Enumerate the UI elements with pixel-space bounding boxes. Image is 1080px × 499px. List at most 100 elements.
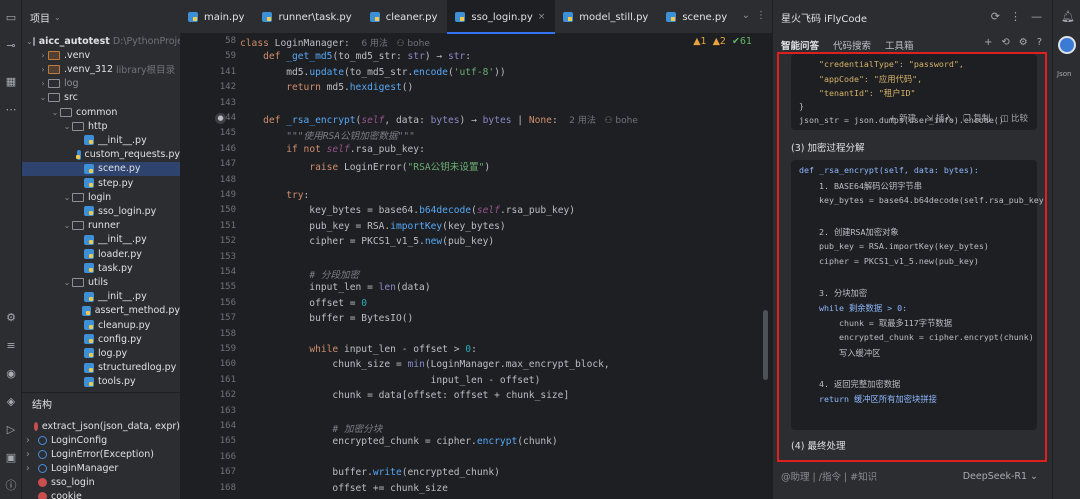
line-number: 141 — [219, 66, 236, 77]
file-tree-item[interactable]: cleanup.py — [22, 318, 180, 332]
model-selector[interactable]: DeepSeek-R1 ⌄ — [963, 466, 1038, 486]
folder-tree-item[interactable]: ⌄ utils — [22, 275, 180, 289]
editor-tab[interactable]: runner\task.py — [254, 0, 361, 34]
editor-scrollbar[interactable] — [763, 310, 768, 380]
json-tool-label[interactable]: Json — [1057, 70, 1071, 78]
folder-tree-item[interactable]: › .venv — [22, 48, 180, 62]
structure-item[interactable]: › LoginManager — [22, 461, 180, 475]
code-area[interactable]: class LoginManager: 6 用法 ⚇ bohe def _get… — [240, 34, 760, 499]
structure-item[interactable]: cookie — [22, 489, 180, 499]
insert-button[interactable]: ⇲ 插入 — [926, 112, 953, 124]
run-icon[interactable]: ▷ — [3, 422, 19, 438]
file-tree-item[interactable]: step.py — [22, 176, 180, 190]
services-icon[interactable]: ⚙ — [3, 310, 19, 326]
commit-icon[interactable]: ⊸ — [3, 38, 19, 54]
python-console-icon[interactable]: ◉ — [3, 366, 19, 382]
chevron-down-icon[interactable]: ⌄ — [54, 13, 61, 22]
help-icon[interactable]: ? — [1037, 37, 1042, 48]
file-tree-item[interactable]: sso_login.py — [22, 204, 180, 218]
settings-icon[interactable]: ⚙ — [1019, 37, 1028, 48]
plus-icon[interactable]: + — [984, 37, 992, 48]
file-tree-item[interactable]: __init__.py — [22, 233, 180, 247]
terminal-icon[interactable]: ▣ — [3, 450, 19, 466]
close-icon[interactable]: × — [538, 12, 546, 22]
answer-code-line: cipher = PKCS1_v1_5.new(pub_key) — [799, 256, 979, 267]
chevron-right-icon[interactable]: › — [26, 463, 34, 474]
copy-button[interactable]: ❐ 复制 — [963, 112, 990, 124]
todo-icon[interactable]: ≡ — [3, 338, 19, 354]
chevron-right-icon[interactable]: › — [38, 65, 48, 74]
file-tree-item[interactable]: custom_requests.py — [22, 148, 180, 162]
file-tree-item[interactable]: structuredlog.py — [22, 361, 180, 375]
folder-tree-item[interactable]: ⌄ runner — [22, 219, 180, 233]
folder-icon[interactable]: ▭ — [3, 10, 19, 26]
file-tree-item[interactable]: config.py — [22, 332, 180, 346]
chevron-down-icon[interactable]: ⌄ — [62, 193, 72, 202]
chevron-down-icon[interactable]: ⌄ — [62, 278, 72, 287]
file-tree-item[interactable]: tools.py — [22, 375, 180, 389]
tree-item-hint: library根目录 — [116, 65, 176, 77]
editor-tab[interactable]: cleaner.py — [362, 0, 448, 34]
tab-toolbox[interactable]: 工具箱 — [885, 38, 914, 52]
chevron-down-icon[interactable]: ⌄ — [62, 122, 72, 131]
editor-tab[interactable]: main.py — [180, 0, 254, 34]
editor-tab[interactable]: model_still.py — [555, 0, 658, 34]
new-file-button[interactable]: + 新建 — [889, 112, 916, 124]
folder-tree-item[interactable]: › log — [22, 77, 180, 91]
method-marker-icon[interactable]: ● — [215, 113, 226, 124]
folder-tree-item[interactable]: ⌄ aicc_autotest D:\PythonProje — [22, 34, 180, 48]
minimize-icon[interactable]: — — [1031, 10, 1042, 23]
folder-tree-item[interactable]: ⌄ login — [22, 190, 180, 204]
tree-item-label: __init__.py — [98, 234, 147, 246]
file-tree-item[interactable]: scene.py — [22, 161, 180, 176]
project-header[interactable]: 项目 ⌄ — [22, 0, 180, 34]
file-tree-item[interactable]: __init__.py — [22, 290, 180, 304]
tree-item-label: step.py — [98, 177, 134, 189]
more-icon[interactable]: ⋯ — [3, 102, 19, 118]
chevron-down-icon[interactable]: ⌄ — [62, 221, 72, 230]
kebab-menu-icon[interactable]: ⋮ — [756, 10, 766, 21]
iflycode-tab-actions: + ⟲ ⚙ ? — [984, 37, 1042, 48]
structure-item[interactable]: sso_login — [22, 475, 180, 489]
file-tree-item[interactable]: loader.py — [22, 247, 180, 261]
chevron-right-icon[interactable]: › — [38, 79, 48, 88]
notification-bell-icon[interactable]: 🔔︎ — [1061, 10, 1075, 23]
tab-code-search[interactable]: 代码搜索 — [833, 38, 871, 52]
compare-button[interactable]: ◫ 比较 — [1000, 112, 1028, 124]
structure-item[interactable]: extract_json(json_data, expr) — [22, 419, 180, 433]
problems-icon[interactable]: ⓘ — [3, 478, 19, 494]
line-number: 145 — [219, 128, 236, 139]
kebab-menu-icon[interactable]: ⋮ — [1010, 10, 1021, 23]
tab-chat[interactable]: 智能问答 — [781, 38, 819, 52]
chevron-down-icon[interactable]: ⌄ — [50, 108, 60, 117]
chevron-right-icon[interactable]: › — [26, 449, 34, 460]
structure-item[interactable]: › LoginError(Exception) — [22, 447, 180, 461]
refresh-icon[interactable]: ⟳ — [991, 10, 1000, 23]
inspection-widget[interactable]: ▲1 ▲2 ✔61 — [693, 36, 752, 47]
chevron-down-icon[interactable]: ⌄ — [742, 10, 750, 21]
file-tree-item[interactable]: log.py — [22, 346, 180, 360]
editor-tab[interactable]: sso_login.py × — [447, 0, 556, 34]
history-icon[interactable]: ⟲ — [1001, 37, 1009, 48]
folder-tree-item[interactable]: ⌄ http — [22, 119, 180, 133]
iflycode-avatar-icon[interactable] — [1058, 36, 1076, 54]
structure-list: extract_json(json_data, expr) › LoginConfi… — [22, 419, 180, 499]
structure-icon[interactable]: ▦ — [3, 74, 19, 90]
line-number: 162 — [219, 390, 236, 401]
structure-item[interactable]: › LoginConfig — [22, 433, 180, 447]
chevron-right-icon[interactable]: › — [26, 435, 34, 446]
chevron-down-icon[interactable]: ⌄ — [38, 93, 48, 102]
chevron-down-icon[interactable]: ⌄ — [26, 37, 33, 46]
file-tree-item[interactable]: __init__.py — [22, 133, 180, 147]
folder-tree-item[interactable]: › .venv_312 library根目录 — [22, 62, 180, 77]
layers-icon[interactable]: ◈ — [3, 394, 19, 410]
file-tree-item[interactable]: task.py — [22, 261, 180, 275]
answer-code-line: 4. 返回完整加密数据 — [799, 378, 901, 389]
project-title: 项目 — [30, 13, 50, 25]
editor-tab-label: scene.py — [682, 11, 728, 23]
editor-tab[interactable]: scene.py — [658, 0, 737, 34]
folder-tree-item[interactable]: ⌄ src — [22, 91, 180, 105]
folder-tree-item[interactable]: ⌄ common — [22, 105, 180, 119]
chevron-right-icon[interactable]: › — [38, 51, 48, 60]
file-tree-item[interactable]: assert_method.py — [22, 304, 180, 318]
